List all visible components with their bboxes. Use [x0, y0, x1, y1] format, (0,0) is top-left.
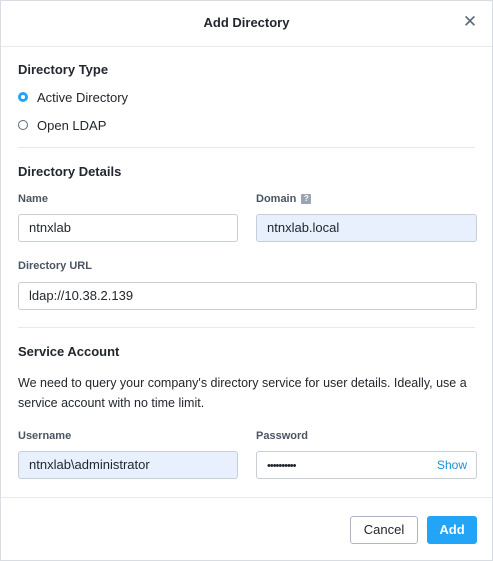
name-label-text: Name — [18, 193, 48, 205]
password-label: Password — [256, 430, 308, 442]
section-divider — [18, 147, 475, 148]
close-icon[interactable]: ✕ — [462, 13, 478, 31]
directory-url-label: Directory URL — [18, 260, 92, 272]
username-label: Username — [18, 430, 71, 442]
password-input[interactable]: •••••••••• Show — [256, 451, 477, 479]
radio-active-directory[interactable]: Active Directory — [18, 89, 128, 105]
domain-label-text: Domain — [256, 193, 297, 205]
section-divider — [18, 327, 475, 328]
radio-label-active-directory: Active Directory — [37, 89, 129, 105]
help-icon[interactable]: ? — [301, 194, 312, 204]
cancel-button[interactable]: Cancel — [350, 516, 418, 544]
name-input[interactable]: ntnxlab — [18, 214, 238, 242]
radio-open-ldap[interactable]: Open LDAP — [18, 117, 106, 133]
name-label: Name — [18, 193, 48, 205]
add-directory-dialog: Add Directory ✕ Directory Type Active Di… — [0, 0, 493, 561]
directory-url-label-text: Directory URL — [18, 260, 92, 272]
directory-url-input[interactable]: ldap://10.38.2.139 — [18, 282, 477, 310]
footer-divider — [1, 497, 492, 498]
password-label-text: Password — [256, 430, 308, 442]
service-account-heading: Service Account — [18, 344, 120, 359]
dialog-title: Add Directory — [203, 15, 290, 30]
radio-unchecked-icon[interactable] — [18, 120, 28, 130]
service-account-description: We need to query your company's director… — [18, 376, 467, 410]
radio-checked-icon[interactable] — [18, 92, 28, 102]
username-label-text: Username — [18, 430, 72, 442]
show-password-link[interactable]: Show — [437, 452, 467, 478]
directory-details-heading: Directory Details — [18, 164, 122, 179]
directory-type-heading: Directory Type — [18, 62, 109, 77]
dialog-header: Add Directory ✕ — [1, 1, 492, 47]
password-masked-value: •••••••••• — [267, 460, 296, 472]
add-button[interactable]: Add — [427, 516, 477, 544]
username-input[interactable]: ntnxlab\administrator — [18, 451, 238, 479]
domain-label: Domain ? — [256, 193, 312, 205]
radio-label-open-ldap: Open LDAP — [37, 117, 107, 133]
domain-input[interactable]: ntnxlab.local — [256, 214, 477, 242]
